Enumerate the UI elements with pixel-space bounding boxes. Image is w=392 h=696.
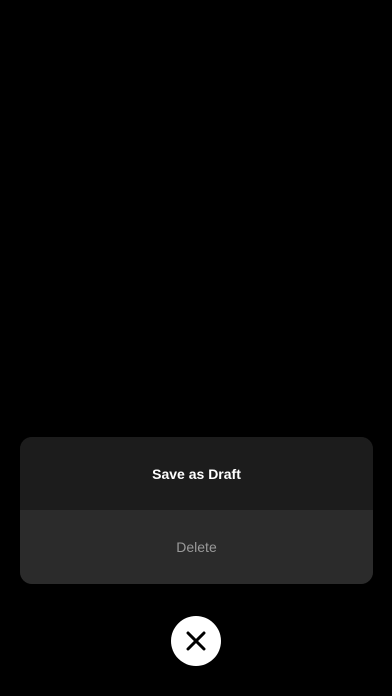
save-as-draft-button[interactable]: Save as Draft <box>20 437 373 510</box>
action-sheet: Save as Draft Delete <box>20 437 373 584</box>
screen: Save as Draft Delete <box>0 0 392 696</box>
delete-button[interactable]: Delete <box>20 510 373 584</box>
close-button[interactable] <box>171 616 221 666</box>
close-icon <box>185 630 207 652</box>
